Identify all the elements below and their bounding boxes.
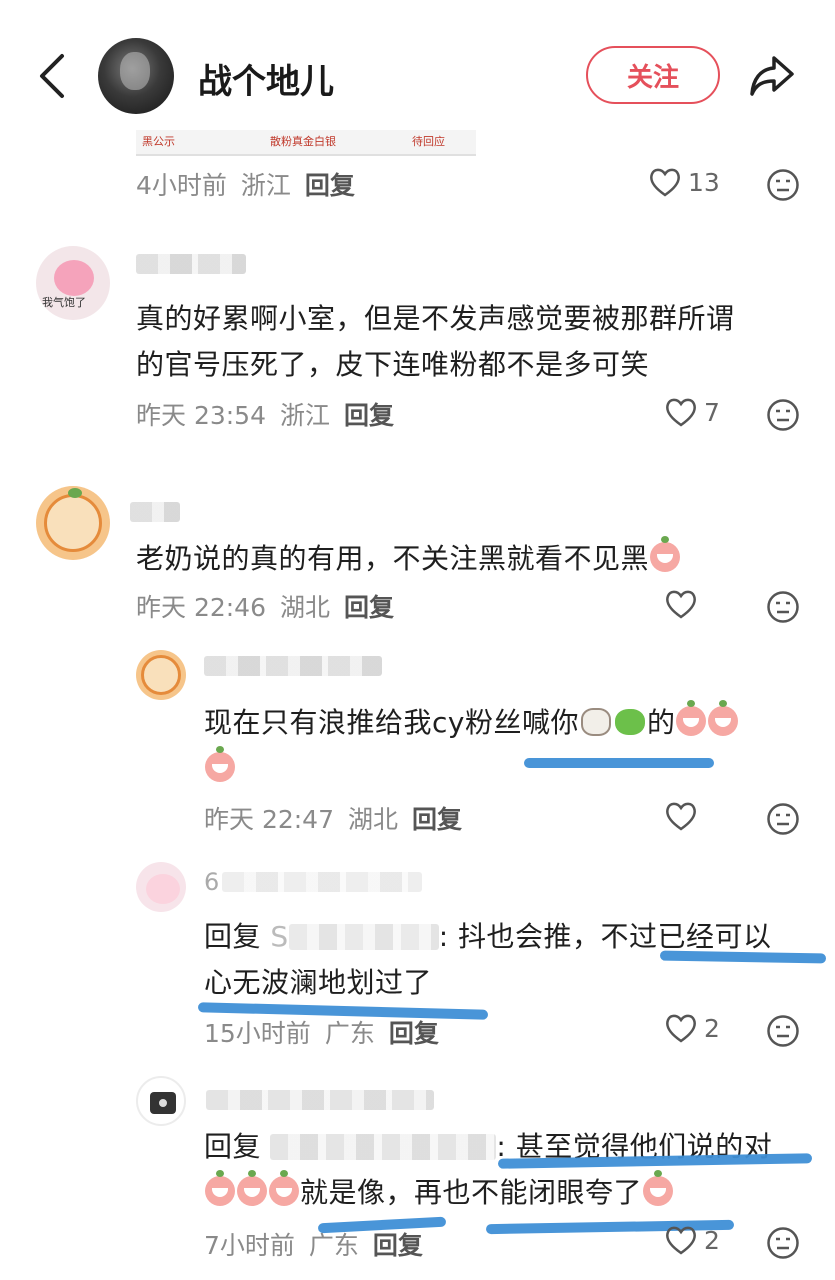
reply-button[interactable]: 回复 — [305, 166, 355, 202]
reply-text-line: 心无波澜地划过了 — [204, 966, 433, 999]
like-button[interactable] — [664, 588, 704, 620]
crying-peach-emoji — [676, 700, 707, 736]
chevron-left-icon[interactable] — [30, 50, 74, 102]
like-button[interactable]: 2 — [664, 1012, 720, 1044]
replier-avatar[interactable] — [136, 862, 186, 912]
heart-outline-icon — [666, 802, 696, 831]
heart-outline-icon — [650, 168, 680, 197]
reply-prefix: 回复 — [204, 1130, 262, 1163]
page-title[interactable]: 战个地儿 — [198, 54, 334, 103]
meh-face-icon[interactable] — [766, 1014, 800, 1048]
quoted-label: 待回应 — [412, 135, 445, 148]
crying-peach-emoji — [237, 1170, 267, 1206]
avatar-caption: 我气饱了 — [42, 296, 86, 309]
comment-time: 昨天 22:46 — [136, 593, 266, 622]
comment-meta: 昨天 22:46 湖北 回复 — [136, 588, 394, 624]
reply-location: 广东 — [308, 1231, 359, 1260]
like-button[interactable]: 7 — [664, 396, 720, 428]
frog-emoji — [614, 709, 645, 735]
heart-outline-icon — [666, 1226, 696, 1255]
like-button[interactable] — [664, 800, 704, 832]
meh-face-icon[interactable] — [766, 168, 800, 202]
quoted-label: 黑公示 — [142, 135, 175, 148]
replier-avatar[interactable] — [136, 1076, 186, 1126]
cow-emoji — [580, 708, 611, 736]
like-count: 2 — [704, 1225, 720, 1255]
meh-face-icon[interactable] — [766, 590, 800, 624]
reply-text-part: 的 — [646, 706, 676, 739]
reply-text-line: 现在只有浪推给我cy粉丝喊你 的 — [204, 700, 739, 746]
blue-underline-mark — [524, 758, 714, 768]
quoted-image-strip[interactable]: 黑公示 散粉真金白银 待回应 — [136, 130, 476, 156]
crying-peach-emoji — [643, 1170, 674, 1206]
reply-button[interactable]: 回复 — [344, 588, 394, 624]
comment-time: 昨天 23:54 — [136, 401, 266, 430]
like-button[interactable]: 2 — [664, 1224, 720, 1256]
author-avatar[interactable] — [98, 38, 174, 114]
reply-target-fragment: S — [270, 920, 289, 953]
crying-peach-emoji — [708, 700, 739, 736]
crying-peach-emoji — [205, 746, 235, 782]
crying-peach-emoji — [269, 1170, 299, 1206]
comment-meta: 昨天 23:54 浙江 回复 — [136, 396, 394, 432]
comment-location: 湖北 — [280, 593, 331, 622]
comment-text: 老奶说的真的有用，不关注黑就看不见黑 — [136, 536, 681, 582]
reply-location: 湖北 — [348, 805, 399, 834]
comment-location: 浙江 — [240, 171, 291, 200]
blurred-username[interactable] — [206, 1090, 434, 1110]
follow-button[interactable]: 关注 — [586, 46, 720, 104]
reply-button[interactable]: 回复 — [389, 1014, 439, 1050]
reply-text: 回复 : 甚至觉得他们说的对 就是像，再也不能闭眼夸了 — [204, 1124, 772, 1216]
commenter-avatar[interactable]: 我气饱了 — [36, 246, 110, 320]
reply-prefix: 回复 — [204, 920, 262, 953]
reply-time: 15小时前 — [204, 1019, 311, 1048]
like-count: 13 — [688, 167, 720, 197]
reply-button[interactable]: 回复 — [344, 396, 394, 432]
blurred-reply-target — [270, 1134, 497, 1160]
reply-meta: 7小时前 广东 回复 — [204, 1226, 423, 1262]
reply-time: 7小时前 — [204, 1231, 295, 1260]
comment-text-line: 真的好累啊小室，但是不发声感觉要被那群所谓 — [136, 302, 735, 335]
reply-text-part: 就是像，再也不能闭眼夸了 — [300, 1176, 643, 1209]
blurred-reply-target — [288, 924, 439, 950]
reply-button[interactable]: 回复 — [373, 1226, 423, 1262]
reply-text-part: 现在只有浪推给我cy粉丝喊你 — [204, 706, 579, 739]
crying-peach-emoji — [205, 1170, 235, 1206]
replier-avatar[interactable] — [136, 650, 186, 700]
heart-outline-icon — [666, 590, 696, 619]
comment-text-content: 老奶说的真的有用，不关注黑就看不见黑 — [136, 542, 650, 575]
reply-time: 昨天 22:47 — [204, 805, 334, 834]
share-arrow-icon[interactable] — [746, 50, 798, 102]
like-count: 7 — [704, 397, 720, 427]
heart-outline-icon — [666, 1014, 696, 1043]
meh-face-icon[interactable] — [766, 802, 800, 836]
meh-face-icon[interactable] — [766, 1226, 800, 1260]
like-count: 2 — [704, 1013, 720, 1043]
reply-button[interactable]: 回复 — [412, 800, 462, 836]
top-bar: 战个地儿 关注 — [0, 0, 835, 128]
like-button[interactable]: 13 — [648, 166, 720, 198]
quoted-label: 散粉真金白银 — [270, 135, 336, 148]
blurred-username[interactable] — [204, 656, 382, 676]
reply-text-line — [204, 746, 739, 792]
username-fragment[interactable]: 6 — [204, 868, 219, 896]
reply-meta: 昨天 22:47 湖北 回复 — [204, 800, 462, 836]
comment-location: 浙江 — [280, 401, 331, 430]
blurred-username[interactable] — [136, 254, 246, 274]
comment-meta: 4小时前 浙江 回复 — [136, 166, 355, 202]
reply-text: 现在只有浪推给我cy粉丝喊你 的 — [204, 700, 739, 792]
blurred-username[interactable] — [222, 872, 422, 892]
blurred-username[interactable] — [130, 502, 180, 522]
meh-face-icon[interactable] — [766, 398, 800, 432]
reply-meta: 15小时前 广东 回复 — [204, 1014, 439, 1050]
heart-outline-icon — [666, 398, 696, 427]
comment-text: 真的好累啊小室，但是不发声感觉要被那群所谓 的官号压死了，皮下连唯粉都不是多可笑 — [136, 296, 735, 388]
reply-location: 广东 — [324, 1019, 375, 1048]
commenter-avatar[interactable] — [36, 486, 110, 560]
comment-text-line: 的官号压死了，皮下连唯粉都不是多可笑 — [136, 348, 650, 381]
reply-text-line: 就是像，再也不能闭眼夸了 — [204, 1170, 772, 1216]
crying-peach-emoji — [650, 536, 681, 572]
comment-time: 4小时前 — [136, 171, 227, 200]
reply-text-part: : 抖也会推，不过已经可以 — [438, 920, 772, 953]
